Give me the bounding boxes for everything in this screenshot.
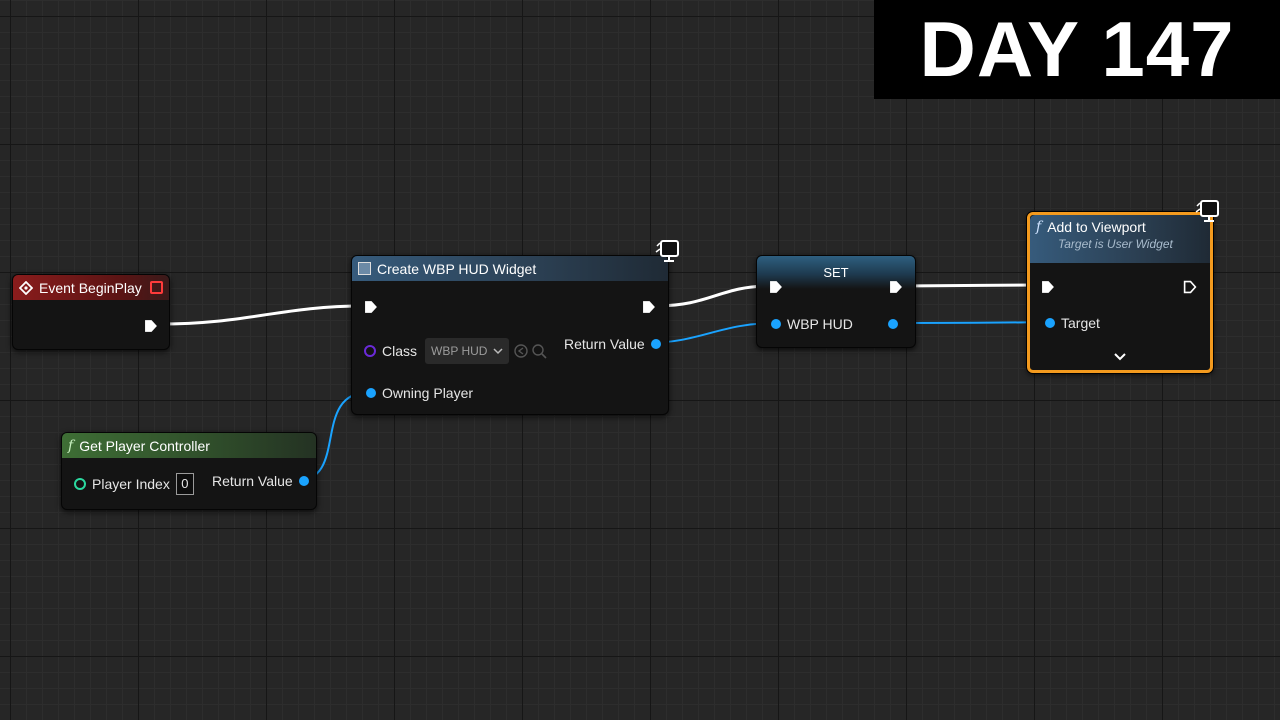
expand-chevron-icon[interactable] bbox=[1114, 353, 1126, 361]
day-banner-text: DAY 147 bbox=[919, 5, 1235, 93]
exec-wire-create-to-set bbox=[655, 284, 771, 308]
return-value-label: Return Value bbox=[212, 473, 293, 489]
exec-out-pin[interactable] bbox=[642, 299, 656, 315]
day-banner: DAY 147 bbox=[874, 0, 1280, 99]
wbp-hud-row: WBP HUD bbox=[771, 316, 853, 332]
exec-out-pin[interactable] bbox=[889, 279, 903, 295]
node-title: Create WBP HUD Widget bbox=[377, 260, 537, 277]
node-event-beginplay[interactable]: Event BeginPlay bbox=[12, 274, 170, 350]
node-title: Add to Viewport bbox=[1047, 219, 1146, 235]
return-value-row: Return Value bbox=[564, 336, 661, 352]
exec-wire-beginplay-to-create bbox=[157, 304, 365, 326]
node-header: Event BeginPlay bbox=[13, 275, 169, 300]
node-title: Event BeginPlay bbox=[39, 279, 142, 296]
exec-out-pin[interactable] bbox=[144, 318, 158, 334]
node-title: Get Player Controller bbox=[79, 437, 210, 454]
browse-search-icon[interactable] bbox=[531, 343, 548, 359]
node-get-player-controller[interactable]: f Get Player Controller Player Index 0 R… bbox=[61, 432, 317, 510]
function-icon: f bbox=[68, 437, 74, 454]
class-row: Class WBP HUD bbox=[364, 338, 548, 364]
monitor-icon bbox=[1195, 200, 1219, 222]
target-pin[interactable] bbox=[1045, 318, 1055, 328]
delegate-pin-icon[interactable] bbox=[150, 281, 163, 294]
widget-icon bbox=[358, 262, 371, 275]
node-header: f Add to Viewport Target is User Widget bbox=[1030, 215, 1210, 263]
owning-player-pin[interactable] bbox=[366, 388, 376, 398]
wbp-hud-in-pin[interactable] bbox=[771, 319, 781, 329]
node-create-widget[interactable]: Create WBP HUD Widget Class WBP HUD Retu… bbox=[351, 255, 669, 415]
class-label: Class bbox=[382, 343, 418, 359]
exec-in-pin[interactable] bbox=[769, 279, 783, 295]
exec-wire-set-to-viewport bbox=[901, 283, 1044, 288]
owning-player-label: Owning Player bbox=[382, 385, 474, 401]
chevron-down-icon bbox=[493, 348, 503, 355]
node-set[interactable]: SET WBP HUD bbox=[756, 255, 916, 348]
exec-out-pin-unconnected[interactable] bbox=[1183, 279, 1197, 295]
player-index-row: Player Index 0 bbox=[74, 473, 194, 495]
owning-player-row: Owning Player bbox=[366, 385, 473, 401]
player-index-input[interactable]: 0 bbox=[175, 473, 194, 495]
data-wire-wbphud-to-target bbox=[892, 321, 1049, 324]
exec-in-pin[interactable] bbox=[1041, 279, 1055, 295]
event-diamond-icon bbox=[19, 280, 33, 295]
return-value-pin[interactable] bbox=[650, 339, 661, 349]
node-header: f Get Player Controller bbox=[62, 433, 316, 458]
node-title: SET bbox=[823, 265, 849, 280]
monitor-icon bbox=[655, 240, 679, 262]
node-header: Create WBP HUD Widget bbox=[352, 256, 668, 281]
return-value-row: Return Value bbox=[212, 473, 309, 489]
class-select[interactable]: WBP HUD bbox=[425, 338, 510, 364]
player-index-label: Player Index bbox=[92, 476, 170, 492]
return-value-pin[interactable] bbox=[298, 476, 309, 486]
return-value-label: Return Value bbox=[564, 336, 645, 352]
function-icon: f bbox=[1036, 219, 1042, 235]
node-subtitle: Target is User Widget bbox=[1058, 237, 1173, 251]
wbp-hud-out-pin[interactable] bbox=[888, 319, 898, 329]
exec-in-pin[interactable] bbox=[364, 299, 378, 315]
wbp-hud-label: WBP HUD bbox=[787, 316, 853, 332]
class-pin[interactable] bbox=[364, 345, 376, 357]
class-value: WBP HUD bbox=[431, 344, 488, 358]
node-add-to-viewport[interactable]: f Add to Viewport Target is User Widget … bbox=[1027, 212, 1213, 373]
player-index-pin[interactable] bbox=[74, 478, 86, 490]
target-row: Target bbox=[1045, 315, 1100, 331]
target-label: Target bbox=[1061, 315, 1100, 331]
use-selected-icon[interactable] bbox=[513, 343, 529, 359]
